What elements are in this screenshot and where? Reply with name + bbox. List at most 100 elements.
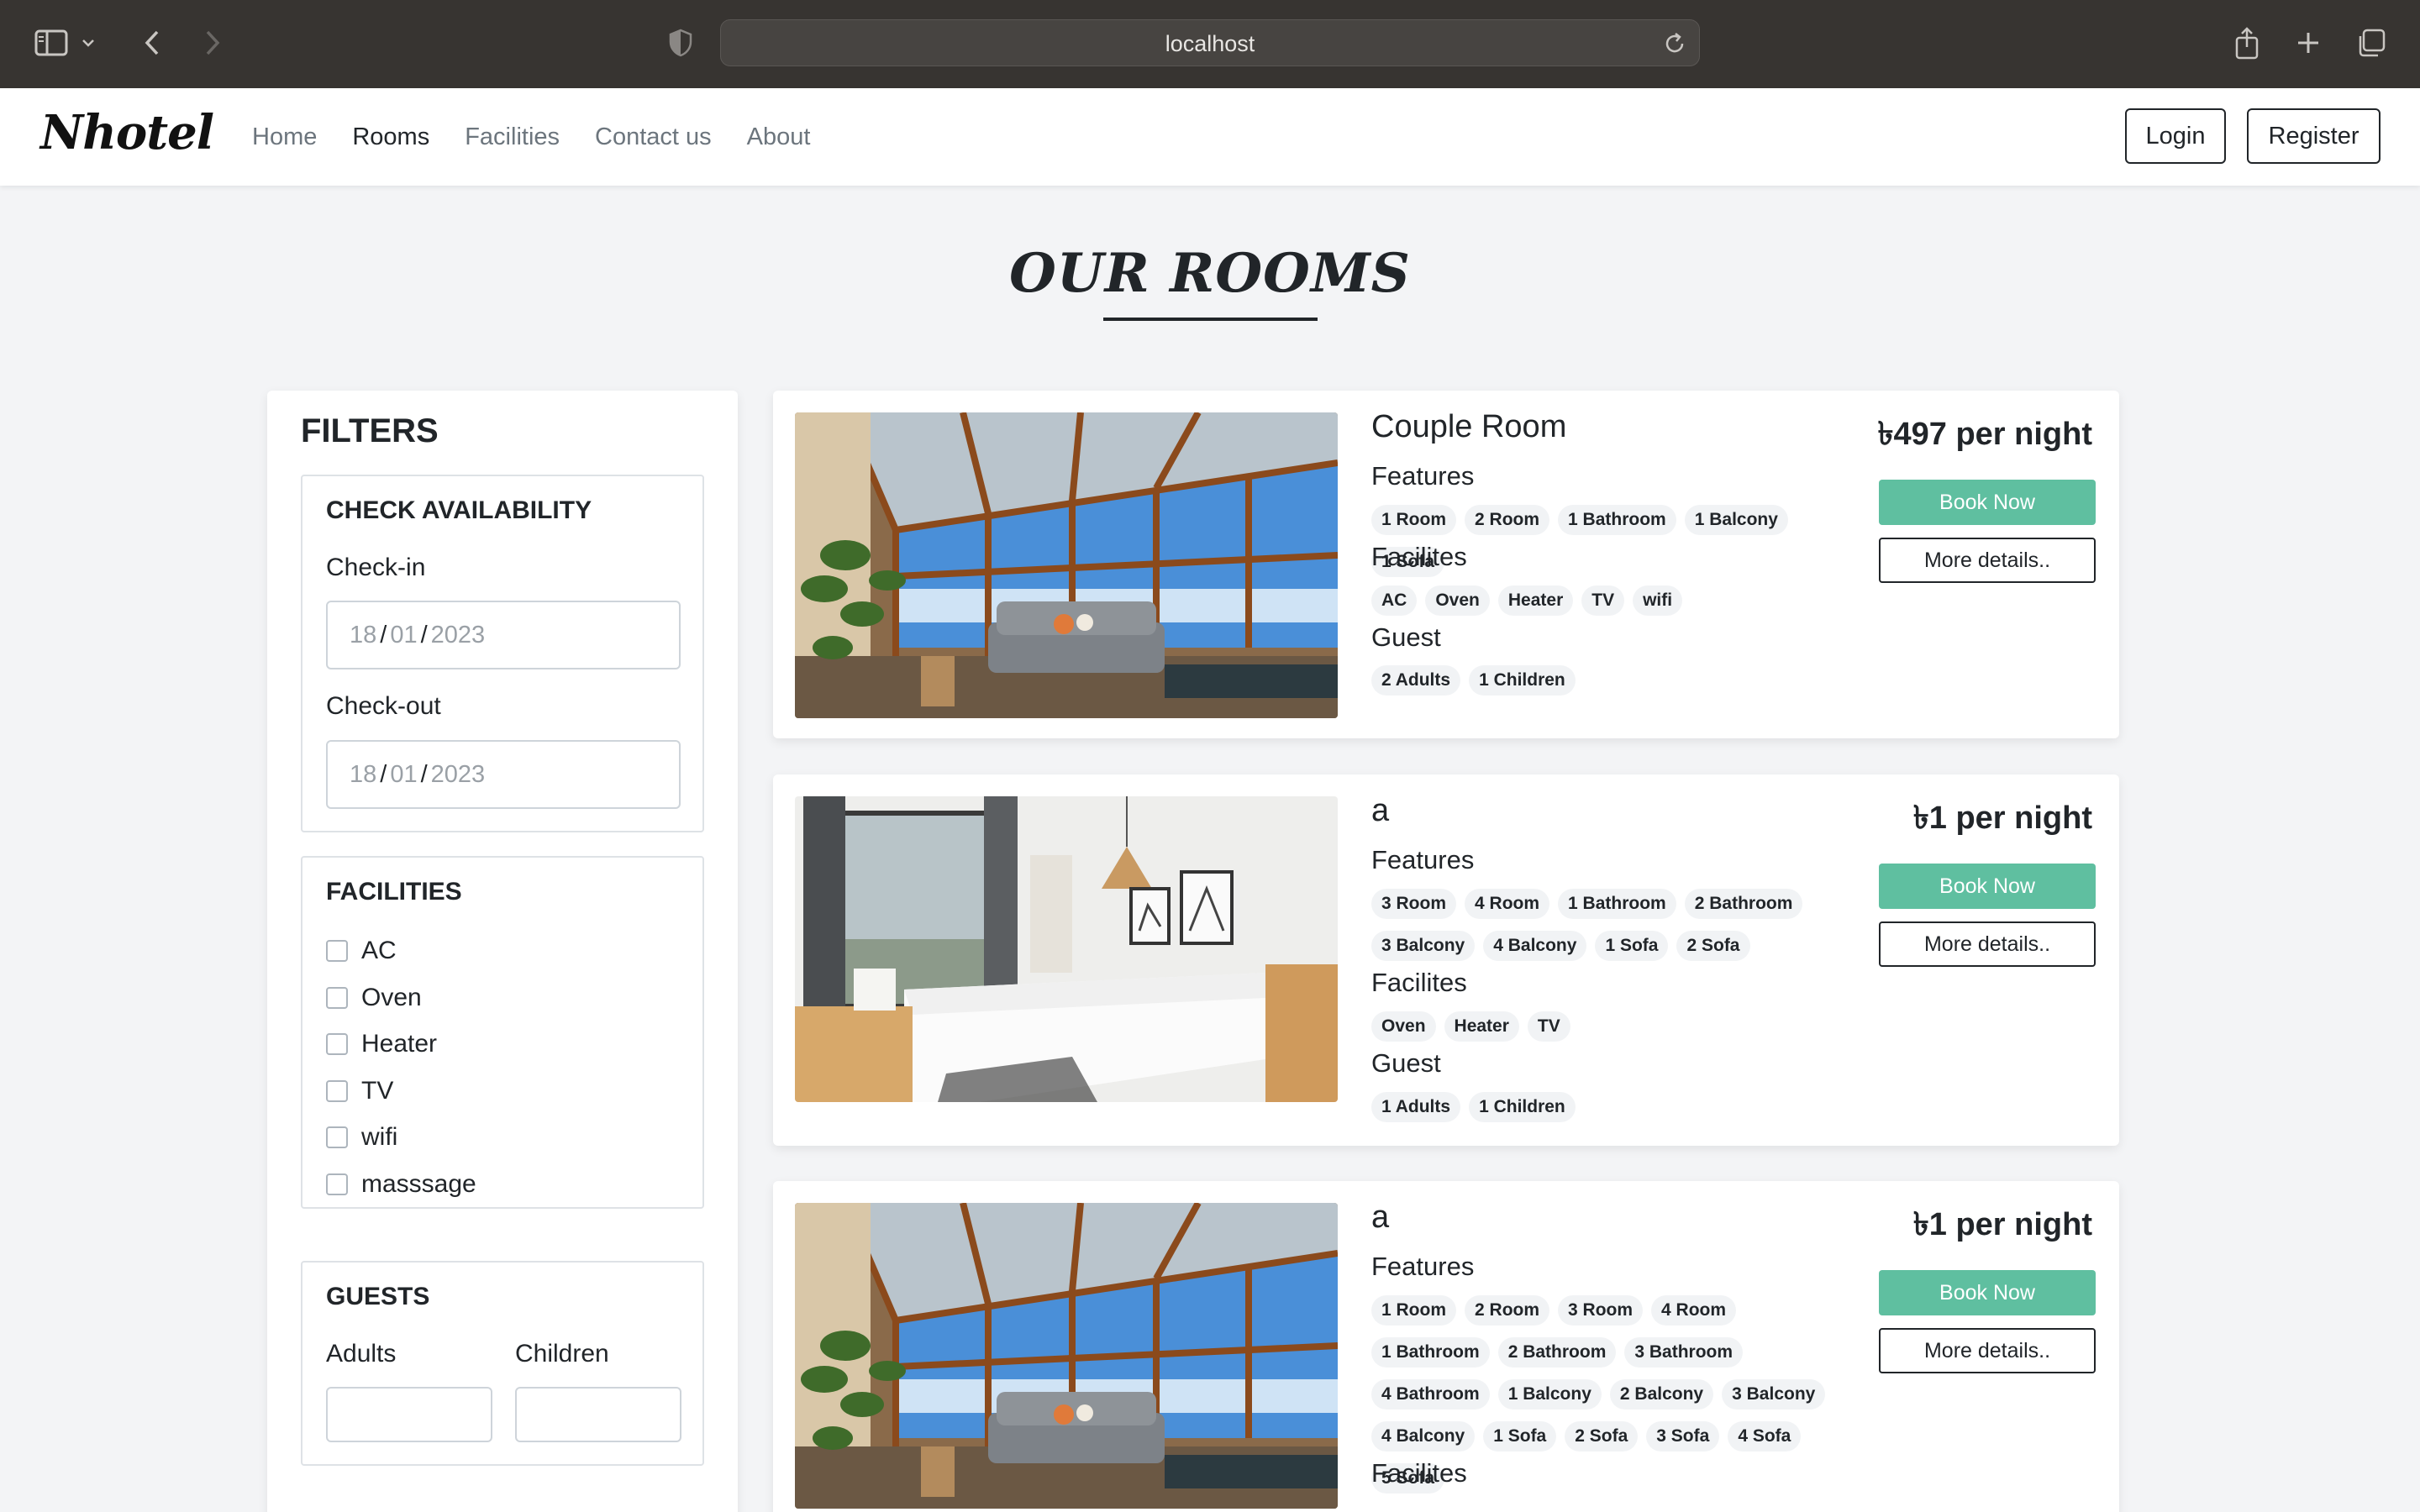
facility-option-label: masssage: [361, 1170, 476, 1198]
brand-logo[interactable]: Nhotel: [40, 105, 214, 160]
guests-filter-title: GUESTS: [326, 1283, 430, 1310]
facility-checkbox-tv[interactable]: TV: [326, 1077, 393, 1105]
chevron-down-icon[interactable]: [76, 22, 101, 64]
adults-input[interactable]: [326, 1387, 492, 1442]
guest-badge: 1 Adults: [1371, 1092, 1461, 1122]
feature-badge: 1 Room: [1371, 505, 1457, 535]
facility-badge: TV: [1527, 1011, 1570, 1042]
feature-badge: 2 Room: [1465, 1295, 1550, 1326]
feature-badge: 1 Sofa: [1595, 931, 1669, 961]
checkin-label: Check-in: [326, 554, 426, 581]
checkbox[interactable]: [326, 1080, 348, 1102]
back-arrow-icon[interactable]: [131, 22, 173, 64]
bedroom-photo: [795, 796, 1338, 1102]
facility-checkbox-wifi[interactable]: wifi: [326, 1123, 397, 1152]
more-details-button[interactable]: More details..: [1879, 538, 2096, 583]
feature-badge: 4 Balcony: [1483, 931, 1587, 961]
feature-badge: 3 Bathroom: [1624, 1337, 1744, 1368]
browser-toolbar: localhost: [0, 0, 2420, 88]
book-now-button[interactable]: Book Now: [1879, 864, 2096, 909]
nav-link-about[interactable]: About: [747, 123, 811, 151]
forward-arrow-icon[interactable]: [192, 22, 234, 64]
guests-list: 2 Adults 1 Children: [1371, 665, 1842, 707]
register-button[interactable]: Register: [2247, 108, 2381, 164]
site-navbar: Nhotel Home Rooms Facilities Contact us …: [0, 88, 2420, 186]
checkin-date-input[interactable]: 18/01/2023: [326, 601, 681, 669]
feature-badge: 3 Balcony: [1722, 1379, 1826, 1410]
nav-link-home[interactable]: Home: [252, 123, 317, 151]
facilities-title: Facilites: [1371, 542, 1467, 571]
book-now-button[interactable]: Book Now: [1879, 1270, 2096, 1315]
checkbox[interactable]: [326, 1126, 348, 1148]
facility-option-label: Heater: [361, 1030, 438, 1058]
room-price: ৳1 per night: [1912, 801, 2092, 836]
facility-badge: Oven: [1371, 1011, 1436, 1042]
share-icon[interactable]: [2226, 22, 2268, 64]
sidebar-toggle-icon[interactable]: [30, 22, 72, 64]
plus-icon[interactable]: [2287, 22, 2329, 64]
nav-links: Home Rooms Facilities Contact us About: [252, 88, 810, 186]
facility-badge: AC: [1371, 585, 1418, 616]
more-details-button[interactable]: More details..: [1879, 1328, 2096, 1373]
facility-badge: Oven: [1425, 585, 1490, 616]
feature-badge: 2 Balcony: [1609, 1379, 1714, 1410]
reload-icon[interactable]: [1662, 31, 1687, 56]
checkbox[interactable]: [326, 940, 348, 962]
checkbox[interactable]: [326, 1173, 348, 1195]
title-underline: [1103, 318, 1318, 321]
adults-label: Adults: [326, 1340, 397, 1368]
guest-badge: 1 Children: [1469, 1092, 1576, 1122]
feature-badge: 1 Bathroom: [1558, 889, 1676, 919]
more-details-button[interactable]: More details..: [1879, 921, 2096, 967]
tabs-overview-icon[interactable]: [2350, 22, 2392, 64]
children-label: Children: [515, 1340, 609, 1368]
checkout-month: 01: [390, 761, 418, 788]
facility-option-label: TV: [361, 1077, 394, 1105]
features-title: Features: [1371, 1252, 1475, 1281]
facility-badge: wifi: [1633, 585, 1683, 616]
facility-checkbox-oven[interactable]: Oven: [326, 984, 422, 1012]
checkout-date-input[interactable]: 18/01/2023: [326, 740, 681, 809]
nav-link-rooms[interactable]: Rooms: [352, 123, 429, 151]
facility-checkbox-heater[interactable]: Heater: [326, 1030, 437, 1058]
nav-link-facilities[interactable]: Facilities: [465, 123, 560, 151]
facility-checkbox-ac[interactable]: AC: [326, 937, 397, 965]
features-title: Features: [1371, 461, 1475, 491]
feature-badge: 1 Room: [1371, 1295, 1457, 1326]
feature-badge: 2 Sofa: [1565, 1421, 1639, 1452]
page-title: OUR ROOMS: [1009, 242, 1411, 305]
facility-badge: Heater: [1497, 585, 1574, 616]
room-name: a: [1371, 1200, 1390, 1235]
facilities-title: Facilites: [1371, 1458, 1467, 1488]
nav-link-contact[interactable]: Contact us: [595, 123, 712, 151]
facility-option-label: wifi: [361, 1123, 398, 1151]
feature-badge: 4 Sofa: [1728, 1421, 1802, 1452]
feature-badge: 1 Sofa: [1483, 1421, 1557, 1452]
room-card: a ৳1 per night Features 3 Room 4 Room 1 …: [773, 774, 2119, 1146]
book-now-button[interactable]: Book Now: [1879, 480, 2096, 525]
guest-badge: 1 Children: [1469, 665, 1576, 696]
features-list: 3 Room 4 Room 1 Bathroom 2 Bathroom 3 Ba…: [1371, 889, 1842, 973]
url-text: localhost: [1165, 31, 1255, 56]
guests-filter-box: GUESTS Adults Children: [301, 1261, 704, 1466]
checkbox[interactable]: [326, 987, 348, 1009]
address-bar[interactable]: localhost: [720, 19, 1700, 66]
checkin-month: 01: [390, 622, 418, 648]
feature-badge: 3 Sofa: [1646, 1421, 1720, 1452]
children-input[interactable]: [515, 1387, 681, 1442]
feature-badge: 1 Bathroom: [1371, 1337, 1490, 1368]
facilities-filter-box: FACILITIES AC Oven Heater TV wifi masssa…: [301, 856, 704, 1209]
login-button[interactable]: Login: [2125, 108, 2226, 164]
checkbox[interactable]: [326, 1033, 348, 1055]
feature-badge: 1 Balcony: [1684, 505, 1788, 535]
checkin-day: 18: [350, 622, 377, 648]
check-availability-box: CHECK AVAILABILITY Check-in 18/01/2023 C…: [301, 475, 704, 832]
guest-title: Guest: [1371, 1048, 1441, 1078]
facility-checkbox-massage[interactable]: masssage: [326, 1170, 476, 1199]
guest-title: Guest: [1371, 622, 1441, 652]
feature-badge: 3 Room: [1558, 1295, 1644, 1326]
feature-badge: 1 Bathroom: [1558, 505, 1676, 535]
room-price: ৳1 per night: [1912, 1207, 2092, 1242]
sunroom-photo: [795, 1203, 1338, 1509]
facilities-list: AC Oven Heater TV wifi: [1371, 585, 1842, 627]
